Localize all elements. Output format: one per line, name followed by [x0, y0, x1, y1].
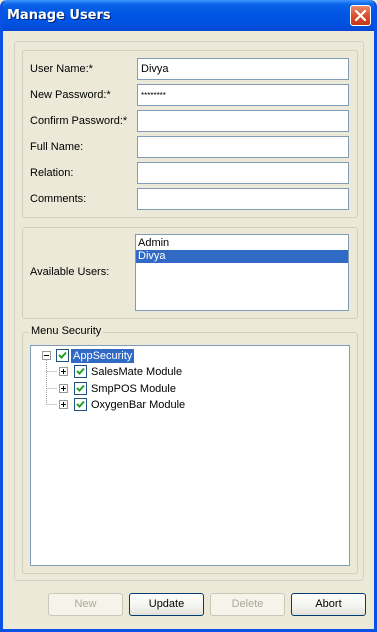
salesmate-checkbox[interactable] [74, 365, 87, 378]
tree-node-smppos[interactable]: SmpPOS Module [91, 382, 176, 396]
root-collapse-toggle[interactable] [42, 351, 51, 360]
new-password-label: New Password:* [30, 89, 111, 101]
window-title: Manage Users [7, 8, 111, 23]
tree-node-oxygenbar[interactable]: OxygenBar Module [91, 398, 185, 412]
user-name-input[interactable] [137, 58, 349, 80]
relation-input[interactable] [137, 162, 349, 184]
tree-node-salesmate[interactable]: SalesMate Module [91, 365, 182, 379]
checkmark-icon [76, 367, 85, 375]
confirm-password-label: Confirm Password:* [30, 115, 128, 127]
checkmark-icon [76, 384, 85, 392]
abort-button[interactable]: Abort [291, 593, 366, 616]
checkmark-icon [76, 400, 85, 408]
update-button[interactable]: Update [129, 593, 204, 616]
available-users-list[interactable]: Admin Divya [135, 234, 349, 311]
comments-input[interactable] [137, 188, 349, 210]
smppos-checkbox[interactable] [74, 382, 87, 395]
root-checkbox[interactable] [56, 349, 69, 362]
comments-label: Comments: [30, 193, 87, 205]
close-icon [355, 10, 366, 21]
salesmate-expand-toggle[interactable] [59, 367, 68, 376]
close-button[interactable] [350, 5, 371, 26]
user-name-label: User Name:* [30, 63, 93, 75]
full-name-input[interactable] [137, 136, 349, 158]
checkmark-icon [58, 351, 67, 359]
title-bar[interactable]: Manage Users [3, 0, 374, 31]
menu-security-legend: Menu Security [29, 325, 104, 337]
relation-label: Relation: [30, 167, 74, 179]
available-users-label: Available Users: [30, 266, 110, 278]
confirm-password-input[interactable] [137, 110, 349, 132]
menu-security-tree[interactable]: AppSecurity SalesMate Module SmpPOS Modu… [30, 345, 350, 566]
oxygenbar-expand-toggle[interactable] [59, 400, 68, 409]
new-button[interactable]: New [48, 593, 123, 616]
tree-node-root[interactable]: AppSecurity [71, 349, 135, 363]
smppos-expand-toggle[interactable] [59, 384, 68, 393]
new-password-input[interactable] [137, 84, 349, 106]
oxygenbar-checkbox[interactable] [74, 398, 87, 411]
list-item-selected[interactable]: Divya [136, 250, 348, 263]
delete-button[interactable]: Delete [210, 593, 285, 616]
list-item[interactable]: Admin [136, 237, 348, 250]
full-name-label: Full Name: [30, 141, 84, 153]
manage-users-window: Manage Users User Name:* New Password:* … [0, 0, 377, 632]
